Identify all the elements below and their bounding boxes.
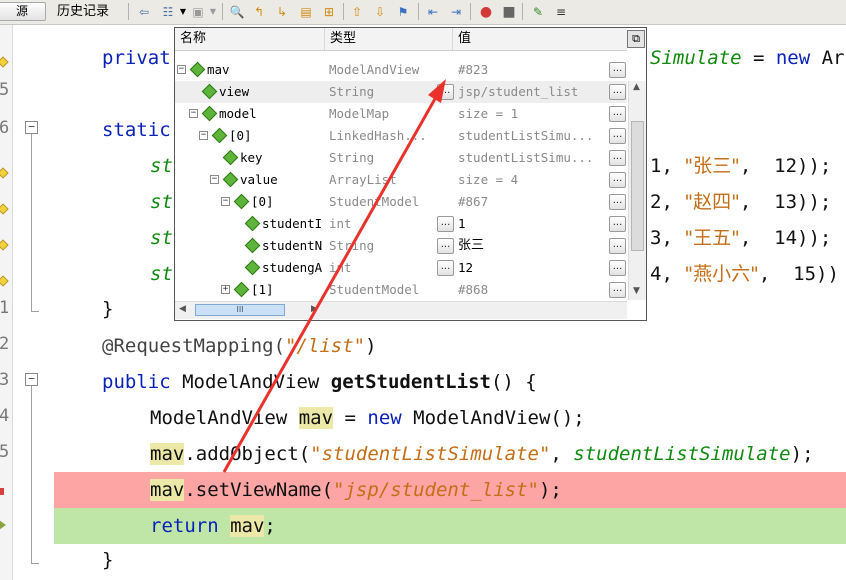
annotation-arrow-line [222, 89, 442, 473]
annotation-arrow-head [428, 79, 446, 103]
annotation-arrow-overlay [222, 79, 446, 473]
